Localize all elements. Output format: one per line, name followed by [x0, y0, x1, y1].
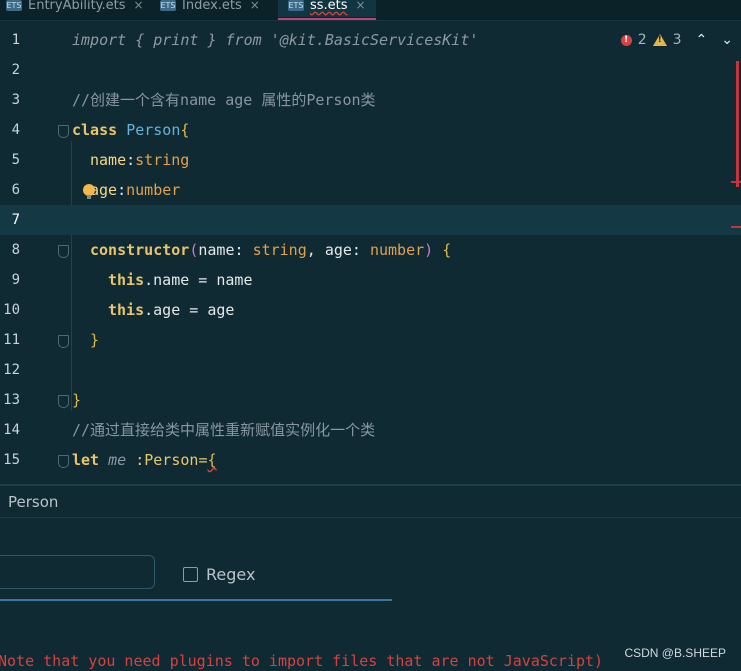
code-line[interactable]: 5 name:string: [0, 145, 741, 175]
code-line[interactable]: 9 this.name = name: [0, 265, 741, 295]
line-number: 9: [11, 272, 20, 288]
assignment: .name = name: [144, 271, 253, 289]
line-number: 14: [3, 422, 20, 438]
type: string: [252, 241, 307, 259]
import-statement: import { print } from '@kit.BasicService…: [72, 31, 479, 49]
code-line[interactable]: 4 class Person{: [0, 115, 741, 145]
inspection-widget[interactable]: ! 2 3 ⌃ ⌄: [620, 32, 733, 48]
tab-label: ss.ets: [310, 0, 348, 13]
keyword: class: [72, 121, 118, 139]
warning-icon: [652, 34, 667, 46]
warning-count: 3: [672, 32, 682, 48]
line-number: 11: [3, 332, 20, 348]
colon: :: [135, 451, 145, 469]
watermark: CSDN @B.SHEEP: [624, 646, 726, 660]
code-line[interactable]: 12: [0, 355, 741, 385]
regex-option[interactable]: Regex: [183, 565, 255, 584]
brace: {: [180, 121, 190, 139]
param: age: [324, 241, 352, 259]
line-number: 2: [11, 62, 20, 78]
comment: //创建一个含有name age 属性的Person类: [72, 91, 376, 109]
tab-label: EntryAbility.ets: [28, 0, 126, 13]
keyword: constructor: [90, 241, 190, 259]
comment: //通过直接给类中属性重新赋值实例化一个类: [72, 421, 376, 439]
code-line[interactable]: 11 }: [0, 325, 741, 355]
line-number: 3: [11, 92, 20, 108]
code-line[interactable]: 14 //通过直接给类中属性重新赋值实例化一个类: [0, 415, 741, 445]
tab-ss[interactable]: ETS ss.ets ×: [278, 0, 376, 20]
checkbox-icon[interactable]: [183, 567, 198, 582]
close-icon[interactable]: ×: [356, 0, 366, 12]
code-editor[interactable]: 1 import { print } from '@kit.BasicServi…: [0, 21, 741, 484]
fold-icon[interactable]: [58, 395, 69, 408]
code-line[interactable]: 6 age:number: [0, 175, 741, 205]
editor-tab-bar: ETS EntryAbility.ets × ETS Index.ets × E…: [0, 0, 741, 21]
close-icon[interactable]: ×: [250, 0, 260, 12]
lightbulb-icon[interactable]: [83, 184, 95, 199]
error-marker[interactable]: [731, 226, 741, 228]
divider: [0, 517, 741, 518]
fold-icon[interactable]: [58, 455, 69, 468]
chevron-down-icon[interactable]: ⌄: [721, 32, 733, 48]
type: number: [126, 181, 181, 199]
line-number: 7: [11, 212, 20, 228]
colon: :: [117, 181, 127, 199]
fold-icon[interactable]: [58, 335, 69, 348]
code-line-current[interactable]: 7: [0, 205, 741, 235]
line-number: 4: [11, 122, 20, 138]
param: name: [198, 241, 235, 259]
fold-icon[interactable]: [58, 245, 69, 258]
keyword: this: [108, 271, 145, 289]
chevron-up-icon[interactable]: ⌃: [696, 32, 708, 48]
find-panel: Person Regex Note that you need plugins …: [0, 484, 741, 671]
assignment: .age = age: [144, 301, 235, 319]
line-number: 5: [11, 152, 20, 168]
ets-file-icon: ETS: [6, 0, 22, 11]
code-line[interactable]: 10 this.age = age: [0, 295, 741, 325]
code-line[interactable]: 13 }: [0, 385, 741, 415]
variable: me: [108, 451, 127, 469]
error-marker[interactable]: [731, 181, 741, 183]
class-name: Person: [126, 121, 181, 139]
scrollbar-markers[interactable]: [729, 61, 741, 241]
type: string: [135, 151, 190, 169]
type: number: [369, 241, 425, 259]
line-number: 10: [3, 302, 20, 318]
line-number: 6: [11, 182, 20, 198]
type: Person: [144, 451, 199, 469]
error-icon: !: [620, 34, 632, 46]
line-number: 8: [11, 242, 20, 258]
line-number: 12: [3, 362, 20, 378]
code-line[interactable]: 15 let me :Person={: [0, 445, 741, 475]
keyword: this: [108, 301, 145, 319]
panel-title: Person: [8, 493, 59, 511]
close-icon[interactable]: ×: [134, 0, 144, 12]
error-count: 2: [637, 32, 647, 48]
code-line[interactable]: 8 constructor(name: string, age: number)…: [0, 235, 741, 265]
line-number: 13: [3, 392, 20, 408]
ets-file-icon: ETS: [288, 0, 304, 11]
brace: }: [72, 391, 82, 409]
regex-label: Regex: [206, 565, 256, 584]
brace: {: [207, 451, 217, 469]
error-stripe: [736, 61, 739, 187]
line-number: 15: [3, 452, 20, 468]
search-input[interactable]: [0, 555, 155, 589]
ets-file-icon: ETS: [160, 0, 176, 11]
property: name: [90, 151, 127, 169]
tab-label: Index.ets: [182, 0, 242, 13]
line-number: 1: [11, 32, 20, 48]
brace: }: [90, 331, 100, 349]
keyword: let: [72, 451, 100, 469]
colon: :: [126, 151, 136, 169]
focus-underline: [0, 599, 392, 601]
tab-entryability[interactable]: ETS EntryAbility.ets ×: [6, 0, 144, 17]
code-line[interactable]: 2: [0, 55, 741, 85]
tab-index[interactable]: ETS Index.ets ×: [160, 0, 260, 17]
error-message: Note that you need plugins to import fil…: [0, 652, 604, 670]
code-line[interactable]: 3 //创建一个含有name age 属性的Person类: [0, 85, 741, 115]
fold-icon[interactable]: [58, 125, 69, 138]
